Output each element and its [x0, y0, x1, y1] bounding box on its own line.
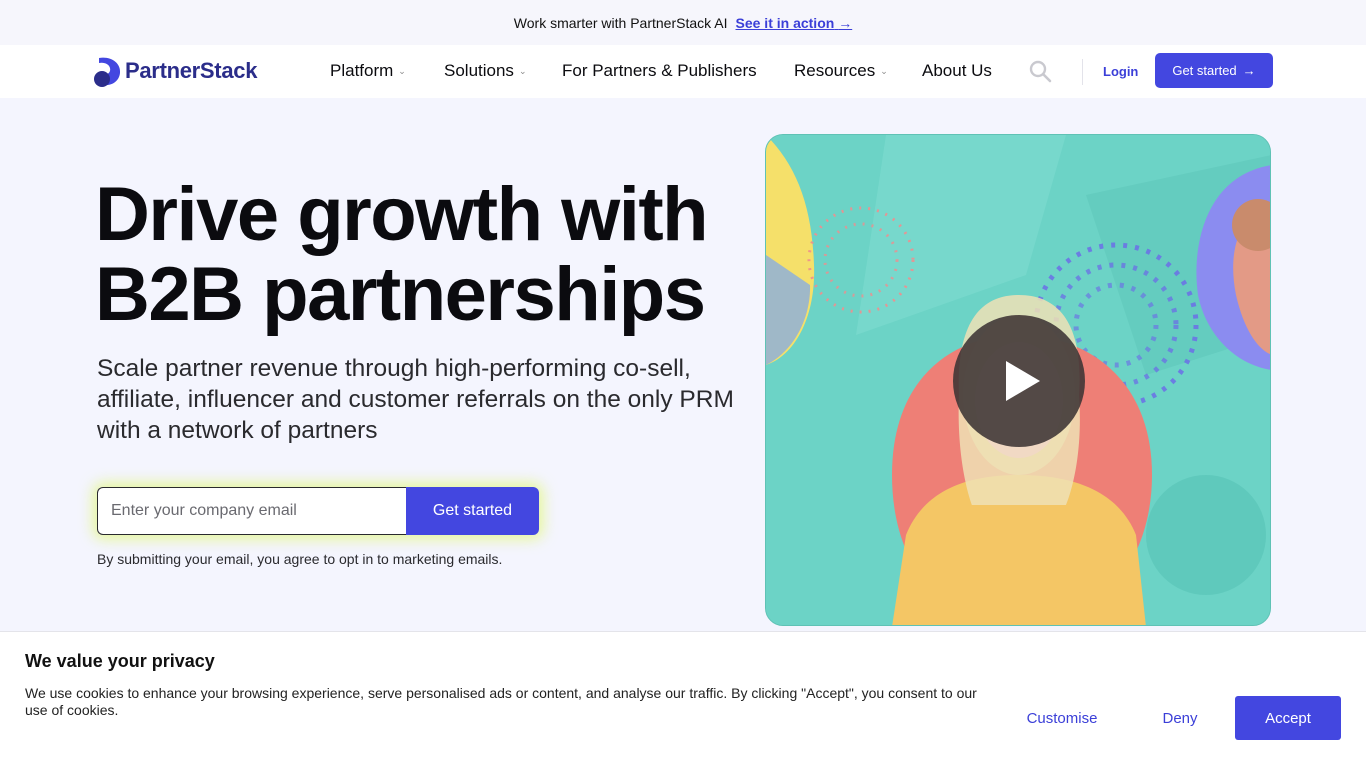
get-started-submit-button[interactable]: Get started	[406, 487, 539, 535]
chevron-down-icon: ⌄	[518, 65, 527, 76]
brand-name: PartnerStack	[125, 58, 258, 83]
accept-button[interactable]: Accept	[1235, 696, 1341, 740]
hero-title-line-2: B2B partnerships	[95, 252, 706, 337]
main-nav: PartnerStack Platform ⌄ Solutions ⌄ For …	[0, 45, 1366, 98]
arrow-right-icon: →	[838, 14, 853, 31]
nav-divider	[1082, 59, 1083, 85]
chevron-down-icon: ⌄	[398, 65, 406, 76]
login-link[interactable]: Login	[1103, 64, 1138, 79]
hero-title: Drive growth with B2B partnerships	[95, 175, 775, 335]
nav-item-label: Platform	[330, 61, 394, 80]
customise-button[interactable]: Customise	[1010, 696, 1114, 740]
announcement-link-label: See it in action	[735, 14, 835, 31]
arrow-right-icon: →	[1242, 63, 1256, 78]
nav-item-solutions[interactable]: Solutions ⌄	[444, 61, 526, 81]
search-icon[interactable]	[1028, 59, 1052, 83]
email-disclaimer: By submitting your email, you agree to o…	[97, 551, 503, 567]
play-button[interactable]	[953, 315, 1085, 447]
cookie-title: We value your privacy	[25, 651, 215, 671]
company-email-input[interactable]	[97, 487, 406, 535]
nav-item-label: For Partners & Publishers	[562, 61, 757, 80]
announcement-bar: Work smarter with PartnerStack AI See it…	[0, 0, 1366, 45]
announcement-text: Work smarter with PartnerStack AI	[513, 14, 728, 31]
cookie-banner: We value your privacy We use cookies to …	[0, 631, 1366, 768]
partnerstack-logo-icon	[94, 57, 121, 87]
hero-title-line-1: Drive growth with	[95, 172, 709, 257]
logo[interactable]: PartnerStack	[93, 55, 257, 87]
deny-button[interactable]: Deny	[1128, 696, 1232, 740]
announcement-link[interactable]: See it in action →	[736, 15, 853, 31]
nav-item-platform[interactable]: Platform ⌄	[330, 61, 406, 81]
play-icon	[1006, 361, 1040, 401]
email-signup-form: Get started	[97, 487, 539, 535]
get-started-nav-label: Get started	[1172, 63, 1237, 78]
cookie-description: We use cookies to enhance your browsing …	[25, 685, 977, 718]
chevron-down-icon: ⌄	[880, 65, 888, 76]
nav-item-label: About Us	[922, 61, 992, 80]
nav-item-label: Resources	[794, 61, 876, 80]
nav-item-label: Solutions	[444, 61, 514, 80]
nav-item-resources[interactable]: Resources ⌄	[794, 61, 888, 81]
nav-item-about-us[interactable]: About Us	[922, 61, 992, 81]
nav-item-partners-publishers[interactable]: For Partners & Publishers	[562, 61, 757, 81]
hero-subtitle: Scale partner revenue through high-perfo…	[97, 355, 734, 444]
get-started-nav-button[interactable]: Get started →	[1155, 53, 1273, 88]
hero-video[interactable]	[765, 134, 1271, 626]
